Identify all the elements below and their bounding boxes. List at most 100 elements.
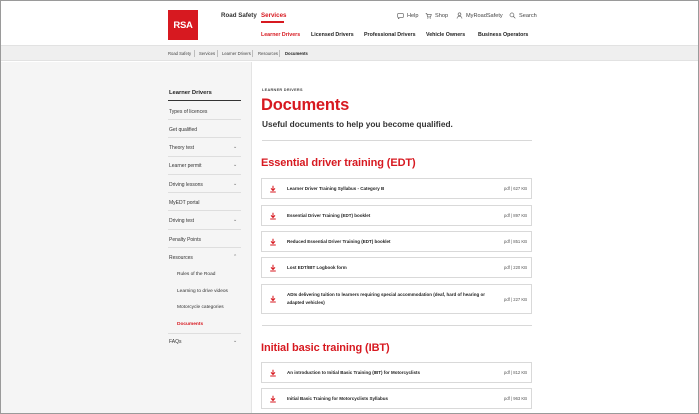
document-row[interactable]: ADIs delivering tuition to learners requ… <box>261 284 532 314</box>
breadcrumb-road-safety[interactable]: Road Safety <box>168 51 191 56</box>
help-label: Help <box>407 12 419 19</box>
document-name[interactable]: Learner Driver Training Syllabus - Categ… <box>287 185 384 193</box>
sidebar-item-faqs[interactable]: FAQs <box>169 339 182 345</box>
breadcrumb: Road Safety Services Learner Drivers Res… <box>1 45 698 61</box>
myroadsafety-link[interactable]: MyRoadSafety <box>456 12 503 19</box>
sidebar-divider-line <box>168 229 241 230</box>
sidebar-item-theory-test[interactable]: Theory test <box>169 145 194 151</box>
breadcrumb-divider <box>279 50 280 57</box>
document-row[interactable]: An introduction to Initial Basic Trainin… <box>261 362 532 383</box>
sidebar-item-resources[interactable]: Resources <box>169 255 193 261</box>
sidebar-item-learner-permit[interactable]: Learner permit <box>169 163 202 169</box>
document-row[interactable]: Initial Basic Training for Motorcyclists… <box>261 388 532 409</box>
breadcrumb-current: Documents <box>285 51 308 56</box>
shop-link[interactable]: Shop <box>425 12 448 19</box>
section-heading-edt: Essential driver training (EDT) <box>261 157 416 169</box>
shop-label: Shop <box>435 12 449 19</box>
rsa-logo[interactable]: RSA <box>168 10 198 40</box>
search-icon <box>509 12 516 19</box>
document-name[interactable]: ADIs delivering tuition to learners requ… <box>287 291 502 307</box>
document-meta: pdf | 963 KB <box>504 396 527 401</box>
page: RSA Road Safety Services Help Shop MyRoa… <box>0 0 699 414</box>
download-icon <box>270 369 276 377</box>
document-meta: pdf | 627 KB <box>504 186 527 191</box>
help-icon <box>397 13 404 19</box>
sidebar-divider-line <box>168 192 241 193</box>
chevron-up-icon[interactable]: ⌃ <box>233 254 237 260</box>
download-icon <box>270 264 276 272</box>
sidebar-subitem-learning-to-drive-videos[interactable]: Learning to drive videos <box>177 289 228 294</box>
document-row[interactable]: Lost EDT/IBT Logbook form pdf | 220 KB <box>261 257 532 278</box>
cart-icon <box>425 13 432 19</box>
document-meta: pdf | 227 KB <box>504 297 527 302</box>
sidebar-subitem-documents[interactable]: Documents <box>177 322 203 327</box>
sidebar-subitem-rules-of-the-road[interactable]: Rules of the Road <box>177 272 215 277</box>
download-icon <box>270 238 276 246</box>
document-row[interactable]: Reduced Essential Driver Training (EDT) … <box>261 231 532 252</box>
sidebar-divider-line <box>168 156 241 157</box>
sidebar-item-get-qualified[interactable]: Get qualified <box>169 127 197 133</box>
section-heading-ibt: Initial basic training (IBT) <box>261 342 390 354</box>
nav-active-underline <box>261 21 284 23</box>
sidebar-subitem-motorcycle-categories[interactable]: Motorcycle categories <box>177 305 224 310</box>
document-name[interactable]: Essential Driver Training (EDT) booklet <box>287 212 370 220</box>
document-name[interactable]: Initial Basic Training for Motorcyclists… <box>287 395 388 403</box>
sidebar-divider <box>251 62 252 413</box>
download-icon <box>270 295 276 303</box>
sidebar-item-driving-lessons[interactable]: Driving lessons <box>169 182 203 188</box>
sidebar-item-myedt-portal[interactable]: MyEDT portal <box>169 200 199 206</box>
help-link[interactable]: Help <box>397 12 419 19</box>
nav-road-safety[interactable]: Road Safety <box>221 12 257 19</box>
breadcrumb-resources[interactable]: Resources <box>258 51 278 56</box>
sidebar-divider-line <box>168 119 241 120</box>
section-divider <box>262 140 532 141</box>
myroadsafety-label: MyRoadSafety <box>466 12 503 19</box>
subnav-learner-drivers[interactable]: Learner Drivers <box>261 32 300 38</box>
user-icon <box>456 12 463 19</box>
breadcrumb-divider <box>252 50 253 57</box>
sidebar-item-types-of-licences[interactable]: Types of licences <box>169 109 207 115</box>
download-icon <box>270 395 276 403</box>
document-meta: pdf | 220 KB <box>504 265 527 270</box>
subnav-professional-drivers[interactable]: Professional Drivers <box>364 32 416 38</box>
logo-text: RSA <box>173 19 193 31</box>
sidebar-divider-line <box>168 333 241 334</box>
sidebar-title[interactable]: Learner Drivers <box>169 90 212 96</box>
search-label: Search <box>519 12 537 19</box>
sidebar-title-rule <box>168 100 241 102</box>
document-name[interactable]: An introduction to Initial Basic Trainin… <box>287 369 420 377</box>
document-row[interactable]: Learner Driver Training Syllabus - Categ… <box>261 178 532 199</box>
document-meta: pdf | 851 KB <box>504 239 527 244</box>
chevron-down-icon[interactable]: ⌄ <box>233 217 237 223</box>
chevron-down-icon[interactable]: ⌄ <box>233 338 237 344</box>
document-name[interactable]: Lost EDT/IBT Logbook form <box>287 264 347 272</box>
download-icon <box>270 212 276 220</box>
breadcrumb-divider <box>217 50 218 57</box>
download-icon <box>270 185 276 193</box>
breadcrumb-divider <box>194 50 195 57</box>
sidebar-item-driving-test[interactable]: Driving test <box>169 218 194 224</box>
subnav-business-operators[interactable]: Business Operators <box>478 32 528 38</box>
sidebar-divider-line <box>168 247 241 248</box>
document-meta: pdf | 812 KB <box>504 370 527 375</box>
sidebar-background <box>1 62 251 413</box>
page-lead: Useful documents to help you become qual… <box>262 119 453 129</box>
search-link[interactable]: Search <box>509 12 537 19</box>
subnav-licensed-drivers[interactable]: Licensed Drivers <box>311 32 354 38</box>
breadcrumb-services[interactable]: Services <box>199 51 215 56</box>
subnav-vehicle-owners[interactable]: Vehicle Owners <box>426 32 465 38</box>
sidebar-divider-line <box>168 210 241 211</box>
page-title: Documents <box>261 96 350 114</box>
document-meta: pdf | 897 KB <box>504 213 527 218</box>
document-name[interactable]: Reduced Essential Driver Training (EDT) … <box>287 238 391 246</box>
document-row[interactable]: Essential Driver Training (EDT) booklet … <box>261 205 532 226</box>
nav-services[interactable]: Services <box>261 12 286 19</box>
section-divider <box>262 325 532 326</box>
chevron-down-icon[interactable]: ⌄ <box>233 181 237 187</box>
sidebar-divider-line <box>168 137 241 138</box>
chevron-down-icon[interactable]: ⌄ <box>233 162 237 168</box>
breadcrumb-learner-drivers[interactable]: Learner Drivers <box>222 51 251 56</box>
page-eyebrow: LEARNER DRIVERS <box>262 88 303 92</box>
sidebar-item-penalty-points[interactable]: Penalty Points <box>169 237 201 243</box>
chevron-down-icon[interactable]: ⌄ <box>233 144 237 150</box>
